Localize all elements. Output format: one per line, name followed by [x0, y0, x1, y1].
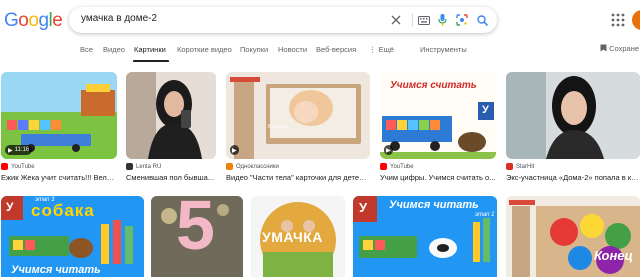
result-caption: Сменившая пол бывша... — [126, 173, 215, 182]
microphone-icon[interactable] — [433, 11, 451, 29]
google-logo[interactable]: Google — [4, 10, 63, 32]
result-meta-4[interactable]: YouTube Учим цифры. Учимся считать о... — [380, 162, 496, 182]
youtube-icon — [380, 163, 387, 170]
video-duration: 11:16 — [14, 147, 30, 153]
saved-label: Сохране — [609, 44, 640, 53]
card-word: собака — [31, 201, 95, 220]
starhit-icon — [506, 163, 513, 170]
tab-more[interactable]: ⋮ Ещё — [369, 45, 394, 54]
source-name: Одноклассники — [236, 163, 279, 170]
result-thumbnail — [506, 196, 640, 277]
source-name: YouTube — [390, 163, 414, 170]
card-stage: этап 1 — [475, 212, 495, 218]
search-icon[interactable] — [473, 11, 491, 29]
source-name: Lenta RU — [136, 163, 162, 170]
result-meta-3[interactable]: Одноклассники Видео "Части тела" карточк… — [226, 162, 370, 182]
youtube-icon — [1, 163, 8, 170]
result-caption: Видео "Части тела" карточки для детей ..… — [226, 173, 370, 182]
image-result-2[interactable] — [126, 72, 216, 159]
image-result-9[interactable]: У Учимся читать этап 1 — [353, 196, 497, 277]
image-result-3[interactable]: Волосы ▶ — [226, 72, 370, 159]
result-thumbnail — [506, 72, 640, 159]
result-caption: Учим цифры. Учимся считать о... — [380, 173, 496, 182]
image-result-8[interactable]: УМАЧКА — [251, 196, 345, 277]
play-icon: ▶ — [386, 147, 391, 154]
card-word: Конец — [594, 248, 633, 263]
card-title: Учимся читать — [389, 199, 479, 211]
result-thumbnail — [126, 72, 216, 159]
card-letter: У — [6, 200, 14, 214]
tools-button[interactable]: Инструменты — [420, 45, 467, 54]
result-source: StarHit — [506, 162, 640, 171]
odnoklassniki-icon — [226, 163, 233, 170]
result-caption: Ежик Жека учит считать!!! Вели... — [1, 173, 117, 182]
image-result-4[interactable]: Учимся считать У ▶ — [380, 72, 496, 159]
saved-button[interactable]: Сохране — [600, 44, 639, 53]
top-bar: Google умачка в доме-2 — [0, 0, 640, 40]
source-name: YouTube — [11, 163, 35, 170]
video-badge: ▶ — [230, 145, 239, 155]
video-badge: ▶ — [384, 145, 393, 155]
active-tab-indicator — [133, 60, 169, 62]
result-caption: Экс-участница «Дома-2» попала в крим — [506, 173, 640, 182]
apps-grid-icon[interactable] — [611, 13, 625, 27]
image-result-5[interactable] — [506, 72, 640, 159]
lenta-icon — [126, 163, 133, 170]
result-meta-1[interactable]: YouTube Ежик Жека учит считать!!! Вели..… — [1, 162, 117, 182]
result-source: Lenta RU — [126, 162, 216, 171]
clear-icon[interactable] — [387, 11, 405, 29]
bookmark-icon — [600, 44, 607, 52]
result-source: YouTube — [380, 162, 496, 171]
account-avatar[interactable] — [632, 10, 640, 30]
card-number: 5 — [176, 196, 215, 264]
search-input[interactable]: умачка в доме-2 — [81, 13, 157, 24]
search-box[interactable]: умачка в доме-2 — [69, 7, 497, 33]
card-title: Учимся считать — [390, 80, 477, 91]
play-icon: ▶ — [8, 147, 13, 154]
keyboard-icon[interactable] — [415, 11, 433, 29]
card-subtitle: Учимся читать — [11, 264, 101, 276]
tab-short-videos[interactable]: Короткие видео — [177, 45, 232, 54]
tab-web[interactable]: Веб-версия — [316, 45, 356, 54]
image-result-10[interactable]: Конец — [506, 196, 640, 277]
card-label: Волосы — [268, 124, 288, 130]
tab-all[interactable]: Все — [80, 45, 93, 54]
card-letter: У — [482, 104, 489, 116]
tab-shopping[interactable]: Покупки — [240, 45, 268, 54]
video-duration-badge: ▶ 11:16 — [5, 145, 33, 155]
result-source: Одноклассники — [226, 162, 370, 171]
card-letter: У — [359, 200, 368, 215]
tab-video[interactable]: Видео — [103, 45, 125, 54]
result-meta-2[interactable]: Lenta RU Сменившая пол бывша... — [126, 162, 216, 182]
source-name: StarHit — [516, 163, 535, 170]
result-meta-5[interactable]: StarHit Экс-участница «Дома-2» попала в … — [506, 162, 640, 182]
image-result-6[interactable]: У этап 3 собака Учимся читать — [1, 196, 144, 277]
search-divider — [412, 13, 413, 27]
tab-news[interactable]: Новости — [278, 45, 307, 54]
lens-icon[interactable] — [453, 11, 471, 29]
result-thumbnail — [226, 72, 370, 159]
result-source: YouTube — [1, 162, 117, 171]
play-icon: ▶ — [232, 147, 237, 154]
search-tabs: Все Видео Картинки Короткие видео Покупк… — [0, 40, 640, 62]
card-word: УМАЧКА — [262, 229, 323, 245]
image-result-1[interactable]: ▶ 11:16 — [1, 72, 117, 159]
image-result-7[interactable]: 5 — [151, 196, 243, 277]
tab-images[interactable]: Картинки — [134, 45, 166, 54]
